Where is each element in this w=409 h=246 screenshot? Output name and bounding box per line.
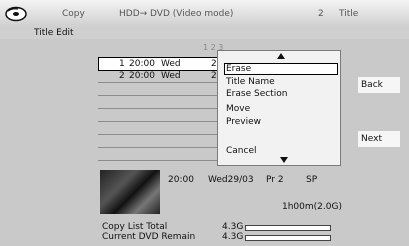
menu-item-move[interactable]: Move bbox=[226, 103, 250, 115]
menu-item-title-name[interactable]: Title Name bbox=[226, 76, 275, 88]
dvd-remain-value: 4.3G bbox=[222, 232, 244, 242]
copy-list-total-bar bbox=[245, 225, 331, 231]
section-title: Title Edit bbox=[34, 28, 74, 38]
detail-time: 20:00 bbox=[168, 175, 194, 185]
copy-mode: HDD→ DVD (Video mode) bbox=[119, 9, 234, 19]
menu-title: Copy bbox=[62, 9, 85, 19]
page-number: 2 bbox=[318, 9, 324, 19]
menu-item-erase-section[interactable]: Erase Section bbox=[226, 88, 287, 100]
edit-context-menu: Erase Title Name Erase Section Move Prev… bbox=[217, 50, 341, 166]
menu-item-erase[interactable]: Erase bbox=[226, 63, 251, 75]
detail-duration: 1h00m(2.0G) bbox=[282, 202, 342, 212]
arrow-up-icon[interactable] bbox=[277, 53, 285, 59]
menu-item-preview[interactable]: Preview bbox=[226, 116, 261, 128]
detail-speed: SP bbox=[306, 175, 318, 185]
detail-date: Wed29/03 bbox=[208, 175, 254, 185]
detail-program: Pr 2 bbox=[266, 175, 284, 185]
dvd-remain-label: Current DVD Remain bbox=[102, 232, 196, 242]
disc-icon bbox=[5, 6, 27, 22]
menu-item-cancel[interactable]: Cancel bbox=[226, 145, 257, 157]
back-button[interactable]: Back bbox=[358, 77, 400, 93]
dvd-remain-bar bbox=[245, 235, 331, 241]
arrow-down-icon[interactable] bbox=[280, 157, 288, 163]
title-thumbnail bbox=[100, 170, 160, 214]
page-label: Title bbox=[339, 9, 359, 19]
next-button[interactable]: Next bbox=[358, 131, 400, 147]
